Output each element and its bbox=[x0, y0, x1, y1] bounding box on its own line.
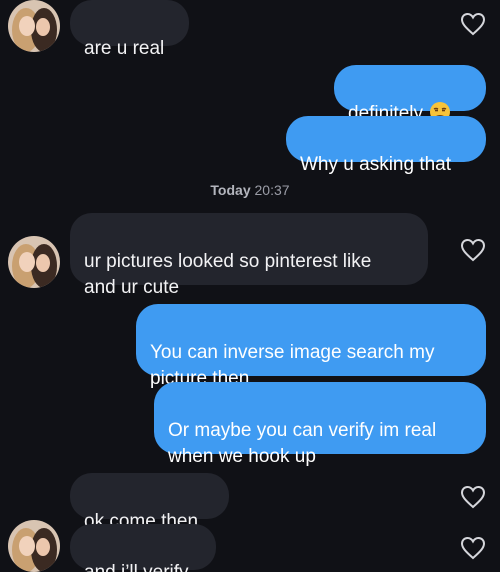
chat-thread: are u real definitely Why u asking that … bbox=[0, 0, 500, 572]
heart-outline-icon[interactable] bbox=[460, 238, 486, 262]
avatar[interactable] bbox=[8, 236, 60, 288]
message-text: Why u asking that bbox=[300, 154, 452, 175]
message-bubble-outgoing[interactable]: Why u asking that bbox=[286, 116, 486, 175]
message-text: ur pictures looked so pinterest like and… bbox=[84, 251, 372, 298]
avatar[interactable] bbox=[8, 520, 60, 572]
message-bubble-outgoing[interactable]: Or maybe you can verify im real when we … bbox=[154, 382, 486, 467]
avatar[interactable] bbox=[8, 0, 60, 52]
message-text: Or maybe you can verify im real when we … bbox=[168, 420, 437, 467]
separator-day: Today bbox=[210, 182, 251, 198]
message-bubble-incoming[interactable]: ur pictures looked so pinterest like and… bbox=[70, 213, 428, 298]
day-separator: Today 20:37 bbox=[0, 182, 500, 198]
heart-outline-icon[interactable] bbox=[460, 485, 486, 509]
message-text: are u real bbox=[84, 38, 165, 59]
message-bubble-incoming[interactable]: ok come then bbox=[70, 473, 229, 532]
message-bubble-outgoing[interactable]: definitely bbox=[334, 65, 486, 124]
heart-outline-icon[interactable] bbox=[460, 12, 486, 36]
message-bubble-incoming[interactable]: and i’ll verify bbox=[70, 524, 216, 572]
separator-time: 20:37 bbox=[254, 182, 290, 198]
message-bubble-outgoing[interactable]: You can inverse image search my picture … bbox=[136, 304, 486, 389]
message-text: and i’ll verify bbox=[84, 562, 189, 572]
heart-outline-icon[interactable] bbox=[460, 536, 486, 560]
message-bubble-incoming[interactable]: are u real bbox=[70, 0, 189, 59]
